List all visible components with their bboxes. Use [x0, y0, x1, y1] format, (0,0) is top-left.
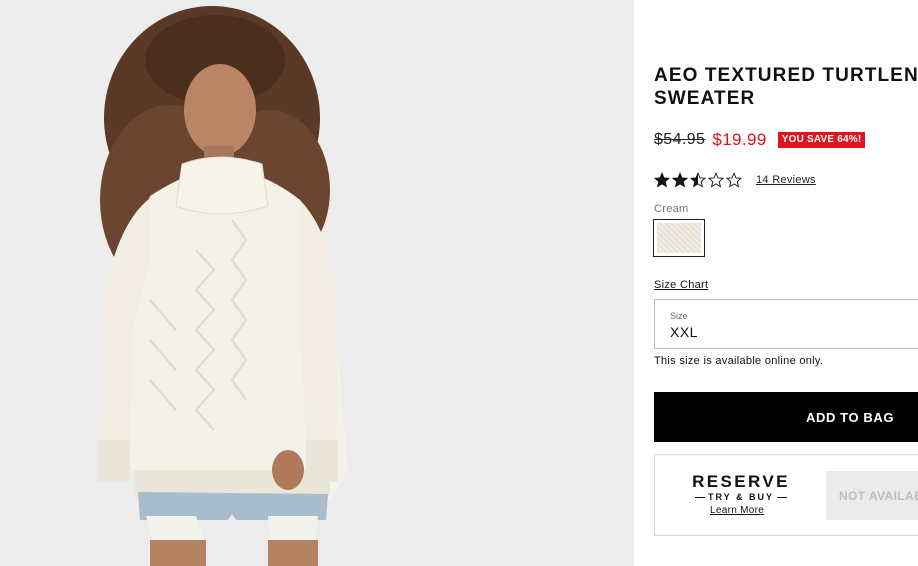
product-title-line-1: AEO TEXTURED TURTLENECK: [654, 65, 918, 86]
sale-price: $19.99: [712, 130, 767, 149]
reserve-try-buy-logo: RESERVE TRY & BUY: [691, 472, 791, 503]
try-buy-subtitle: TRY & BUY: [691, 492, 791, 502]
swatch-fabric-texture: [657, 223, 701, 253]
size-chart-link[interactable]: Size Chart: [654, 279, 708, 291]
learn-more-link[interactable]: Learn More: [710, 505, 764, 516]
size-selected-value: XXL: [670, 324, 698, 340]
size-select[interactable]: Size XXL: [654, 299, 918, 349]
rating-row: 14 Reviews: [654, 170, 816, 190]
star-empty-icon: [708, 172, 724, 188]
original-price: $54.95: [654, 131, 706, 148]
dash-right: [777, 496, 787, 498]
product-title: AEO TEXTURED TURTLENECK SWEATER: [654, 64, 918, 110]
star-empty-icon: [726, 172, 742, 188]
try-buy-text: TRY & BUY: [707, 492, 774, 502]
star-half-icon: [690, 172, 706, 188]
product-details-panel: AEO TEXTURED TURTLENECK SWEATER $54.95 $…: [653, 0, 918, 566]
savings-badge: YOU SAVE 64%!: [777, 132, 866, 148]
not-available-button[interactable]: NOT AVAILABLE: [826, 471, 918, 520]
product-title-line-2: SWEATER: [654, 88, 756, 109]
dash-left: [694, 496, 705, 498]
star-full-icon: [654, 172, 670, 188]
color-label: Cream: [654, 203, 689, 215]
model-wearing-sweater-image: [0, 0, 634, 566]
availability-note: This size is available online only.: [654, 355, 824, 367]
add-to-bag-button[interactable]: ADD TO BAG: [654, 392, 918, 442]
product-photo: [0, 0, 634, 566]
size-field-label: Size: [670, 311, 688, 321]
star-rating: [654, 172, 744, 188]
reviews-link[interactable]: 14 Reviews: [756, 174, 816, 186]
price-row: $54.95 $19.99 YOU SAVE 64%!: [654, 129, 866, 151]
reserve-try-buy-box: RESERVE TRY & BUY Learn More NOT AVAILAB…: [654, 454, 918, 536]
reserve-logo-text: RESERVE: [692, 472, 790, 491]
star-full-icon: [672, 172, 688, 188]
color-swatch-cream[interactable]: [653, 219, 705, 257]
